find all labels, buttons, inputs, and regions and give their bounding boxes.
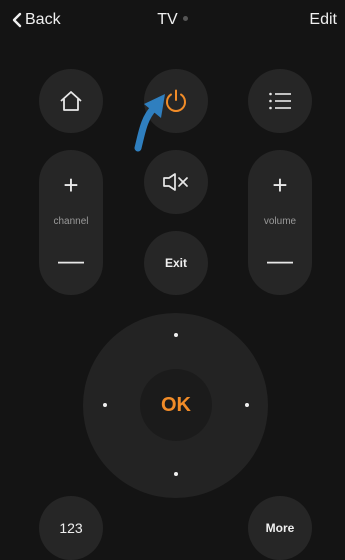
ok-button[interactable]: OK [140,369,212,441]
device-title-text: TV [157,11,178,28]
home-button[interactable] [39,69,103,133]
mute-button[interactable] [144,150,208,214]
connection-status-dot [182,16,188,22]
edit-button[interactable]: Edit [309,11,337,29]
dpad-down-button[interactable] [174,472,178,476]
volume-label: volume [263,216,297,227]
dpad-right-button[interactable] [245,403,249,407]
more-button[interactable]: More [248,496,312,560]
home-icon [60,91,82,111]
channel-label: channel [53,216,89,227]
top-bar: Back TV Edit [0,0,345,40]
dpad-left-button[interactable] [103,403,107,407]
volume-up-button[interactable]: + [248,170,312,200]
channel-down-button[interactable]: — [39,245,103,275]
number-pad-button[interactable]: 123 [39,496,103,560]
volume-control: + volume — [248,150,312,295]
exit-button[interactable]: Exit [144,231,208,295]
channel-up-button[interactable]: + [39,170,103,200]
list-menu-icon [269,92,291,110]
volume-down-button[interactable]: — [248,245,312,275]
device-title: TV [0,11,345,29]
pointer-arrow-icon [134,94,165,152]
dpad-up-button[interactable] [174,333,178,337]
menu-button[interactable] [248,69,312,133]
mute-speaker-icon [163,173,188,191]
channel-control: + channel — [39,150,103,295]
